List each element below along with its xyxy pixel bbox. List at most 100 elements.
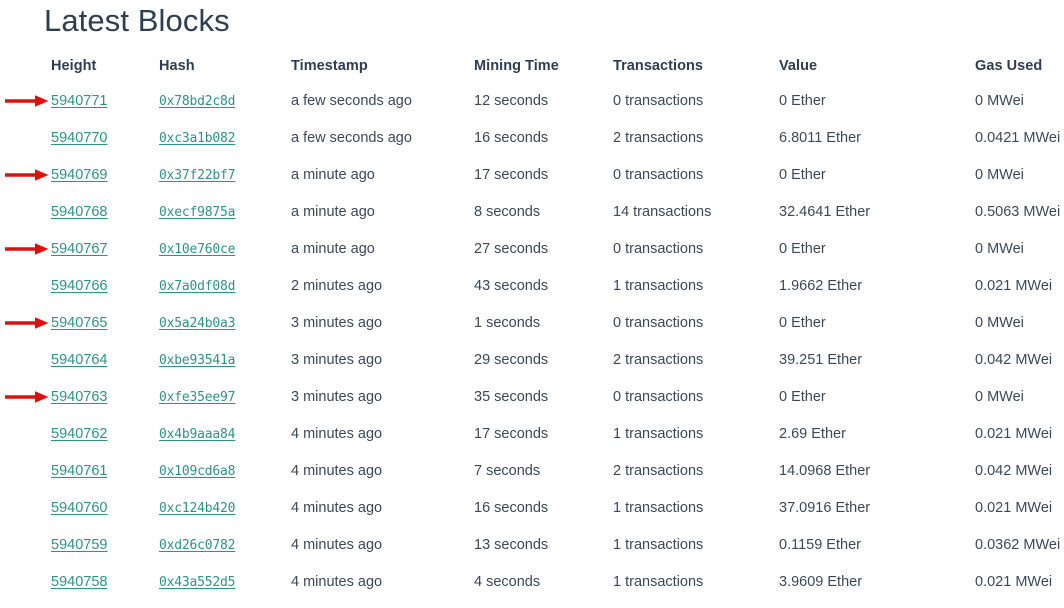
cell-timestamp: a few seconds ago [291, 130, 412, 146]
column-header-transactions: Transactions [613, 58, 704, 74]
cell-value: 0 Ether [779, 241, 826, 257]
block-hash-link[interactable]: 0x37f22bf7 [159, 164, 235, 187]
block-height-link[interactable]: 5940769 [51, 164, 107, 186]
block-hash-link[interactable]: 0xc3a1b082 [159, 127, 235, 150]
cell-timestamp: a minute ago [291, 167, 375, 183]
block-height-link[interactable]: 5940762 [51, 423, 107, 445]
block-hash-link[interactable]: 0x109cd6a8 [159, 460, 235, 483]
block-hash-value[interactable]: 0x7a0df08d [159, 279, 235, 294]
cell-value: 39.251 Ether [779, 352, 863, 368]
block-height-link[interactable]: 5940759 [51, 534, 107, 556]
cell-gas-used: 0 MWei [975, 315, 1024, 331]
block-height-link[interactable]: 5940761 [51, 460, 107, 482]
block-height-value[interactable]: 5940758 [51, 574, 107, 590]
cell-timestamp: 2 minutes ago [291, 278, 383, 294]
block-height-link[interactable]: 5940760 [51, 497, 107, 519]
block-hash-link[interactable]: 0xfe35ee97 [159, 386, 235, 409]
cell-mining-time: 16 seconds [474, 130, 549, 146]
right-arrow-icon [5, 168, 49, 182]
block-height-link[interactable]: 5940765 [51, 312, 107, 334]
block-height-value[interactable]: 5940761 [51, 463, 107, 479]
block-height-value[interactable]: 5940760 [51, 500, 107, 516]
cell-transactions: 1 transactions [613, 574, 704, 590]
block-hash-value[interactable]: 0x37f22bf7 [159, 168, 235, 183]
block-height-value[interactable]: 5940771 [51, 93, 107, 109]
block-hash-value[interactable]: 0xd26c0782 [159, 538, 235, 553]
block-hash-link[interactable]: 0xecf9875a [159, 201, 235, 224]
block-hash-link[interactable]: 0x5a24b0a3 [159, 312, 235, 335]
block-hash-link[interactable]: 0xd26c0782 [159, 534, 235, 557]
block-height-value[interactable]: 5940762 [51, 426, 107, 442]
table-row: 5940759 0xd26c0782 4 minutes ago 13 seconds… [0, 534, 1064, 571]
block-height-value[interactable]: 5940767 [51, 241, 107, 257]
cell-transactions: 14 transactions [613, 204, 712, 220]
block-height-value[interactable]: 5940769 [51, 167, 107, 183]
cell-transactions: 1 transactions [613, 426, 704, 442]
column-header-height: Height [51, 58, 97, 74]
column-header-gas-used: Gas Used [975, 58, 1043, 74]
block-hash-link[interactable]: 0x7a0df08d [159, 275, 235, 298]
block-height-link[interactable]: 5940767 [51, 238, 107, 260]
right-arrow-icon [5, 316, 49, 330]
cell-transactions: 0 transactions [613, 241, 704, 257]
cell-gas-used: 0.042 MWei [975, 463, 1053, 479]
cell-gas-used: 0.021 MWei [975, 426, 1053, 442]
cell-mining-time: 8 seconds [474, 204, 541, 220]
block-hash-value[interactable]: 0x10e760ce [159, 242, 235, 257]
block-hash-value[interactable]: 0xfe35ee97 [159, 390, 235, 405]
cell-mining-time: 43 seconds [474, 278, 549, 294]
table-row: 5940771 0x78bd2c8d a few seconds ago 12 sec… [0, 90, 1064, 127]
block-hash-value[interactable]: 0x4b9aaa84 [159, 427, 235, 442]
table-body: 5940771 0x78bd2c8d a few seconds ago 12 sec… [0, 90, 1064, 608]
block-height-link[interactable]: 5940766 [51, 275, 107, 297]
block-height-value[interactable]: 5940766 [51, 278, 107, 294]
block-hash-value[interactable]: 0xc124b420 [159, 501, 235, 516]
cell-transactions: 0 transactions [613, 167, 704, 183]
cell-mining-time: 1 seconds [474, 315, 541, 331]
page-title: Latest Blocks [44, 3, 230, 38]
column-header-hash: Hash [159, 58, 195, 74]
block-hash-value[interactable]: 0x5a24b0a3 [159, 316, 235, 331]
block-height-value[interactable]: 5940770 [51, 130, 107, 146]
cell-gas-used: 0.0421 MWei [975, 130, 1061, 146]
block-hash-value[interactable]: 0xbe93541a [159, 353, 235, 368]
block-height-value[interactable]: 5940759 [51, 537, 107, 553]
cell-timestamp: 4 minutes ago [291, 574, 383, 590]
block-hash-link[interactable]: 0x10e760ce [159, 238, 235, 261]
block-height-link[interactable]: 5940768 [51, 201, 107, 223]
cell-gas-used: 0.042 MWei [975, 352, 1053, 368]
block-height-link[interactable]: 5940770 [51, 127, 107, 149]
block-hash-value[interactable]: 0x43a552d5 [159, 575, 235, 590]
cell-transactions: 0 transactions [613, 315, 704, 331]
cell-mining-time: 16 seconds [474, 500, 549, 516]
block-height-value[interactable]: 5940764 [51, 352, 107, 368]
block-hash-value[interactable]: 0x78bd2c8d [159, 94, 235, 109]
block-height-value[interactable]: 5940763 [51, 389, 107, 405]
block-hash-value[interactable]: 0x109cd6a8 [159, 464, 235, 479]
block-hash-link[interactable]: 0xc124b420 [159, 497, 235, 520]
block-height-value[interactable]: 5940768 [51, 204, 107, 220]
block-height-link[interactable]: 5940764 [51, 349, 107, 371]
block-hash-link[interactable]: 0x43a552d5 [159, 571, 235, 594]
cell-transactions: 0 transactions [613, 389, 704, 405]
block-hash-link[interactable]: 0x4b9aaa84 [159, 423, 235, 446]
latest-blocks-table: Height Hash Timestamp Mining Time Transa… [0, 55, 1064, 608]
cell-timestamp: 4 minutes ago [291, 463, 383, 479]
block-height-link[interactable]: 5940771 [51, 90, 107, 112]
cell-mining-time: 12 seconds [474, 93, 549, 109]
cell-gas-used: 0.021 MWei [975, 574, 1053, 590]
block-height-link[interactable]: 5940758 [51, 571, 107, 593]
block-height-value[interactable]: 5940765 [51, 315, 107, 331]
block-hash-value[interactable]: 0xc3a1b082 [159, 131, 235, 146]
right-arrow-icon [5, 242, 49, 256]
cell-transactions: 2 transactions [613, 352, 704, 368]
cell-gas-used: 0.5063 MWei [975, 204, 1061, 220]
block-hash-link[interactable]: 0xbe93541a [159, 349, 235, 372]
cell-value: 0 Ether [779, 167, 826, 183]
cell-gas-used: 0 MWei [975, 93, 1024, 109]
block-height-link[interactable]: 5940763 [51, 386, 107, 408]
cell-transactions: 2 transactions [613, 463, 704, 479]
block-hash-link[interactable]: 0x78bd2c8d [159, 90, 235, 113]
block-hash-value[interactable]: 0xecf9875a [159, 205, 235, 220]
column-header-timestamp: Timestamp [291, 58, 368, 74]
